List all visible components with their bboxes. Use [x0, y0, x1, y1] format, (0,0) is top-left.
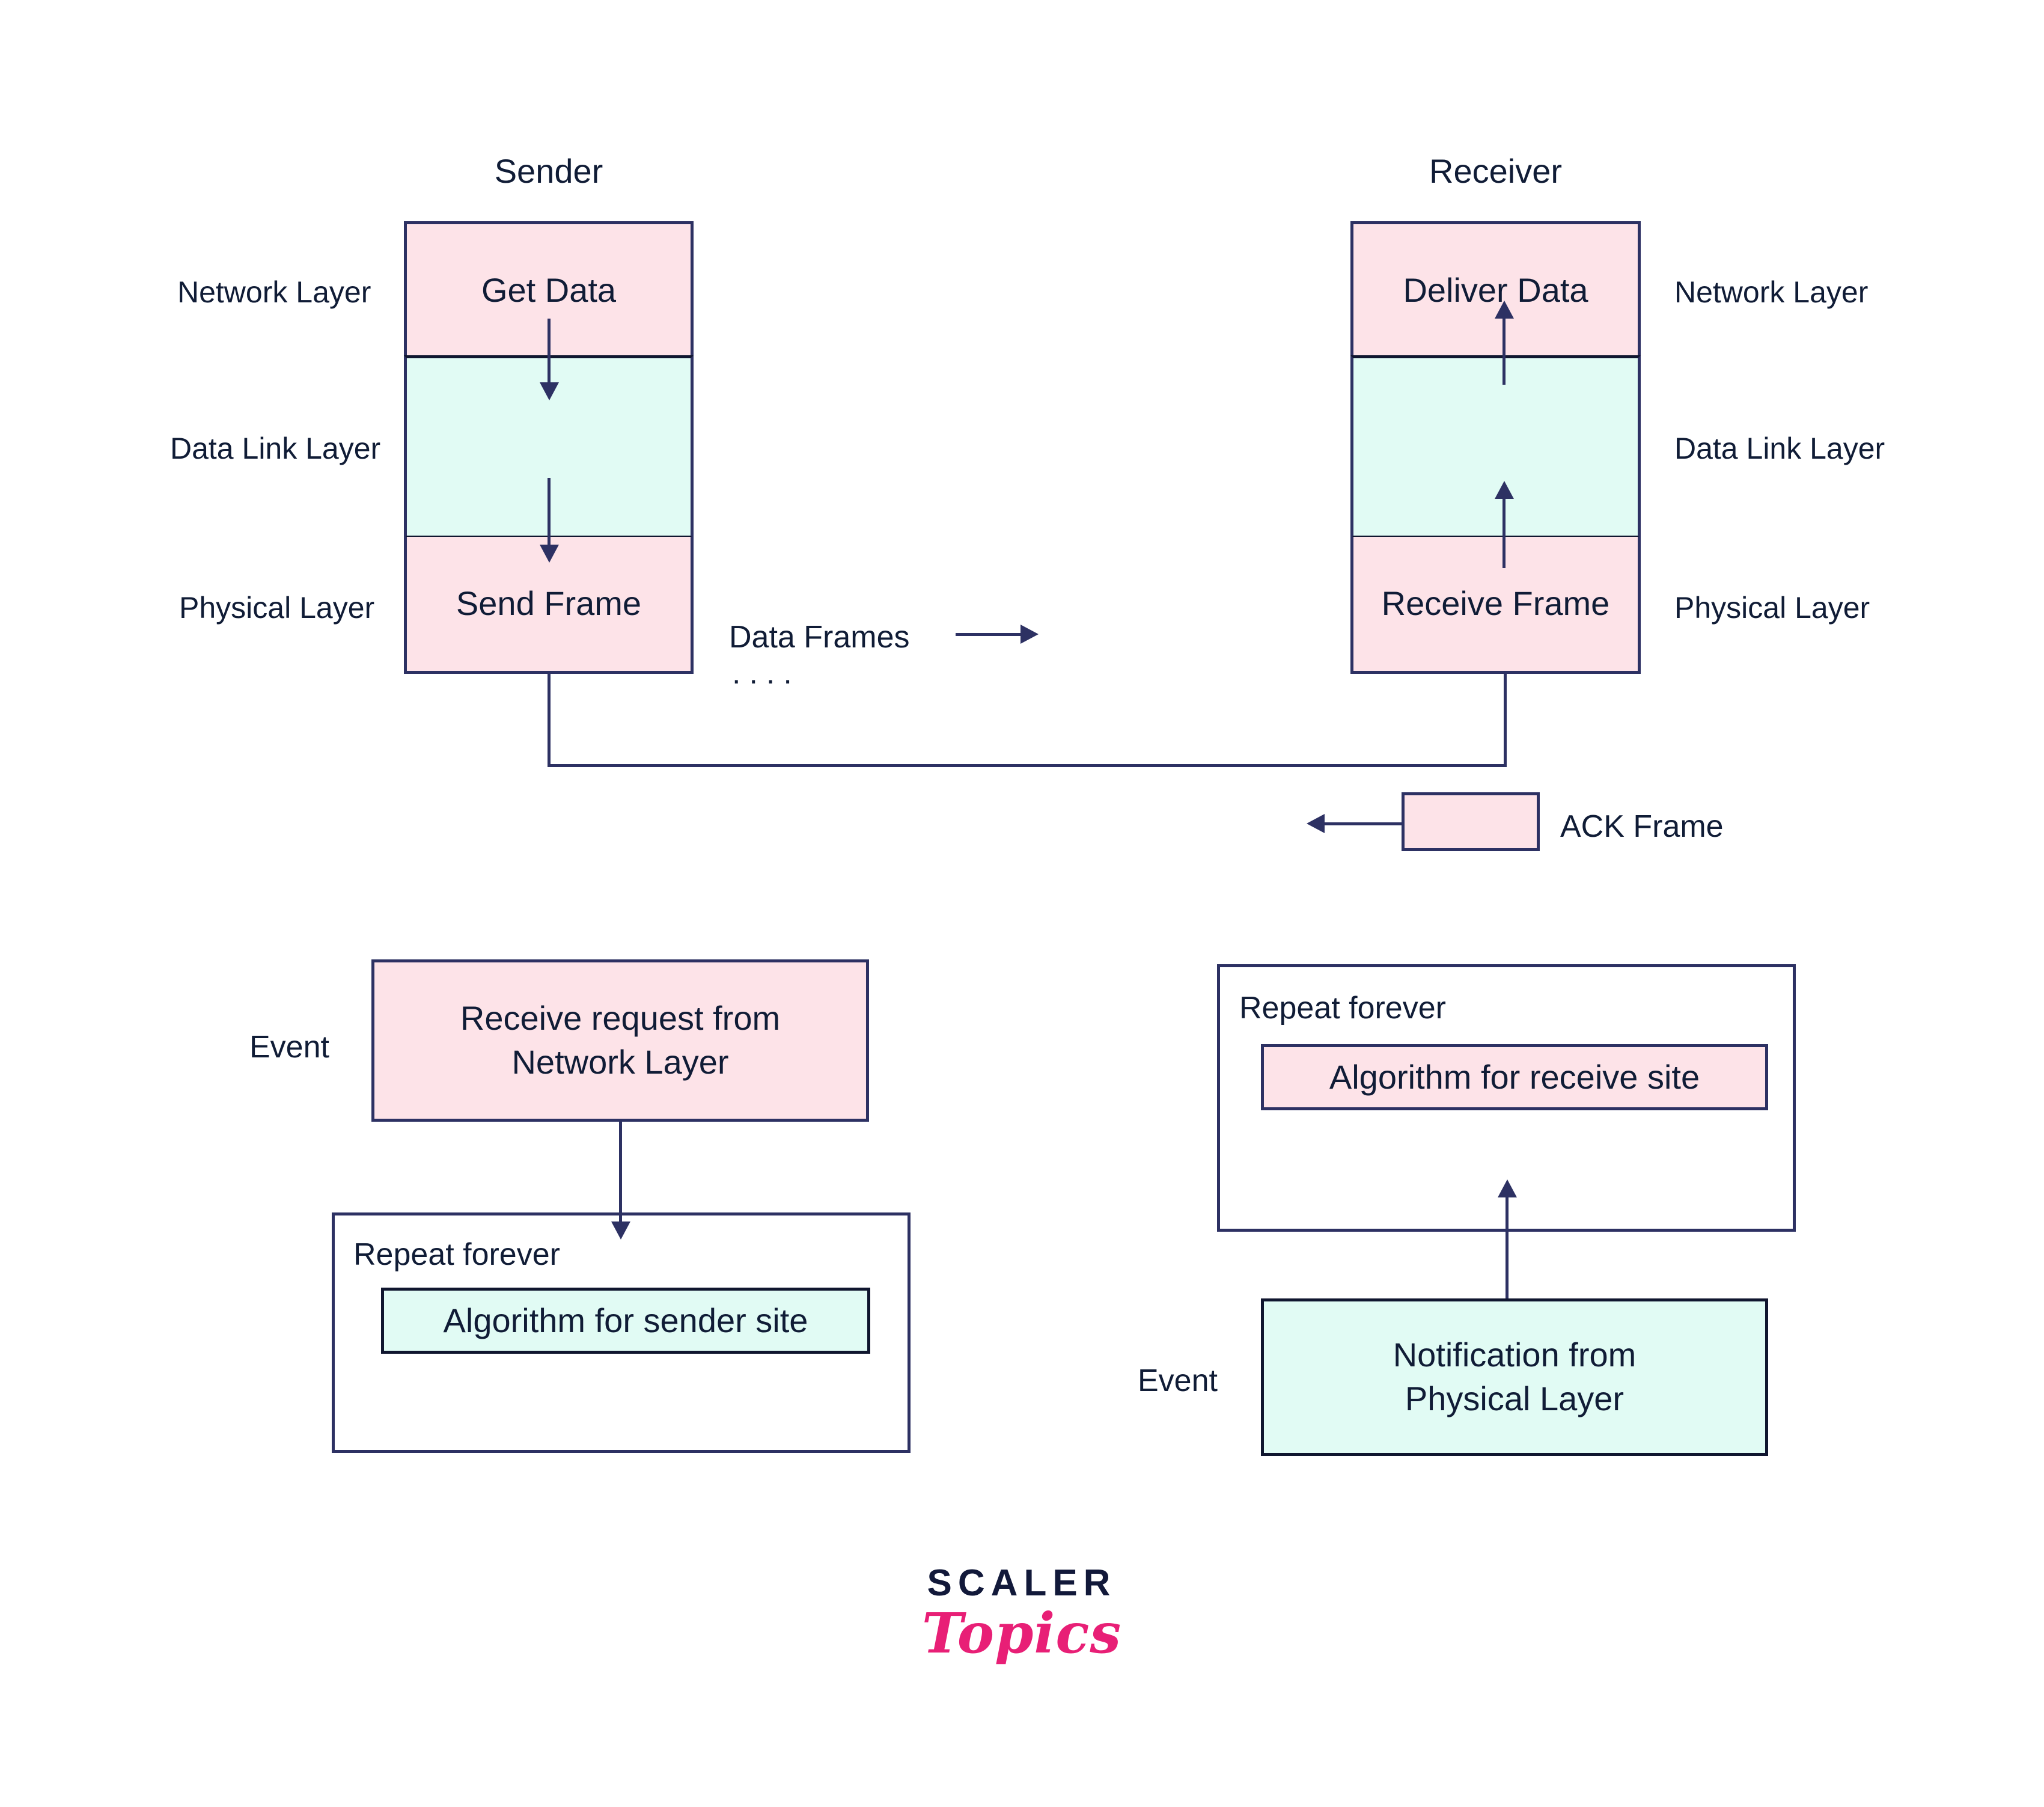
- receiver-event-label: Event: [1138, 1363, 1218, 1398]
- receiver-event-box-line1: Notification from: [1393, 1336, 1637, 1374]
- receiver-event-box-line2: Physical Layer: [1405, 1380, 1625, 1417]
- receiver-flow-arrow-shaft: [1506, 1196, 1509, 1301]
- receiver-algorithm-box: Algorithm for receive site: [1261, 1044, 1768, 1110]
- sender-event-label: Event: [249, 1030, 329, 1065]
- receiver-receive-frame-label: Receive Frame: [1381, 584, 1610, 623]
- sender-repeat-forever-label: Repeat forever: [353, 1237, 560, 1272]
- data-frames-label: Data Frames: [729, 620, 910, 655]
- sender-arrow-head-lower: [540, 545, 559, 563]
- logo-script-mark: Topics: [921, 1601, 1122, 1666]
- receiver-title: Receiver: [1429, 152, 1562, 190]
- data-frames-ellipsis: ....: [732, 656, 801, 691]
- receiver-arrow-head-upper: [1495, 301, 1514, 319]
- sender-event-box-line2: Network Layer: [511, 1043, 729, 1081]
- sender-title: Sender: [494, 152, 603, 190]
- scaler-topics-logo: SCALER Topics: [838, 1562, 1205, 1666]
- channel-left-vertical: [548, 674, 551, 767]
- receiver-arrow-shaft-upper: [1502, 319, 1506, 385]
- data-frames-arrow-shaft: [956, 633, 1022, 636]
- receiver-repeat-forever-label: Repeat forever: [1239, 991, 1446, 1026]
- receiver-flow-arrow-head: [1498, 1179, 1517, 1197]
- channel-right-vertical: [1504, 674, 1507, 767]
- sender-layer-label-physical: Physical Layer: [179, 591, 375, 625]
- ack-frame-box: [1402, 792, 1540, 851]
- receiver-event-box: Notification from Physical Layer: [1261, 1298, 1768, 1456]
- sender-event-box-line1: Receive request from: [460, 999, 781, 1038]
- logo-wordmark: SCALER: [927, 1562, 1117, 1604]
- channel-bottom-horizontal: [548, 764, 1507, 767]
- sender-event-box: Receive request from Network Layer: [371, 959, 869, 1122]
- receiver-arrow-head-lower: [1495, 481, 1514, 499]
- receiver-arrow-shaft-lower: [1502, 499, 1506, 568]
- ack-arrow-shaft: [1323, 822, 1402, 825]
- diagram-canvas: Sender Get Data Send Frame Network Layer…: [0, 0, 2044, 1807]
- receiver-network-layer-cell: Deliver Data: [1350, 221, 1641, 357]
- sender-arrow-head-upper: [540, 382, 559, 400]
- receiver-data-link-layer-cell: [1350, 355, 1641, 539]
- receiver-layer-label-datalink: Data Link Layer: [1674, 432, 1885, 465]
- sender-get-data-label: Get Data: [481, 271, 617, 310]
- data-frames-arrow-head: [1020, 625, 1039, 644]
- ack-arrow-head: [1307, 814, 1325, 833]
- sender-flow-arrow-shaft: [619, 1122, 622, 1224]
- sender-send-frame-label: Send Frame: [456, 584, 642, 623]
- ack-frame-label: ACK Frame: [1560, 809, 1724, 844]
- receiver-layer-label-network: Network Layer: [1674, 275, 1869, 309]
- receiver-algorithm-label: Algorithm for receive site: [1329, 1057, 1700, 1096]
- sender-layer-label-network: Network Layer: [177, 275, 371, 309]
- sender-layer-label-datalink: Data Link Layer: [170, 432, 381, 465]
- sender-arrow-shaft-lower: [548, 478, 551, 547]
- receiver-layer-label-physical: Physical Layer: [1674, 591, 1870, 625]
- receiver-physical-layer-cell: Receive Frame: [1350, 537, 1641, 674]
- sender-algorithm-label: Algorithm for sender site: [443, 1301, 808, 1339]
- sender-arrow-shaft-upper: [548, 319, 551, 385]
- sender-algorithm-box: Algorithm for sender site: [381, 1288, 870, 1354]
